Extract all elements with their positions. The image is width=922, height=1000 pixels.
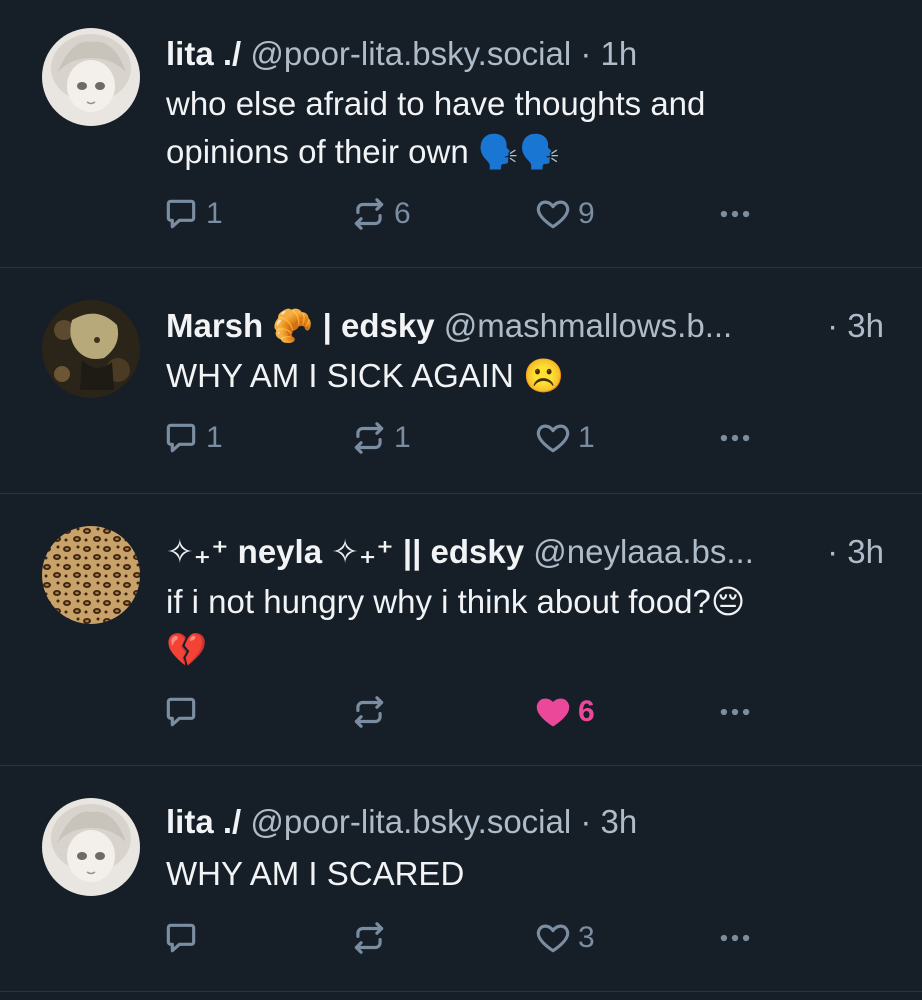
display-name[interactable]: Marsh 🥐 <box>166 307 313 344</box>
more-options-icon <box>720 934 750 942</box>
repost-button[interactable] <box>350 692 388 732</box>
avatar[interactable] <box>42 798 140 896</box>
display-name-suffix: || edsky <box>402 533 525 570</box>
avatar-image <box>42 300 140 398</box>
avatar-image <box>42 798 140 896</box>
display-name[interactable]: lita ./ <box>166 803 241 840</box>
post-time[interactable]: · 3h <box>580 803 637 840</box>
handle[interactable]: @mashmallows.b... <box>444 307 732 344</box>
heart-filled-icon <box>536 698 570 727</box>
reply-button[interactable] <box>162 692 200 732</box>
display-name[interactable]: lita ./ <box>166 35 241 72</box>
post[interactable]: lita ./ @poor-lita.bsky.social · 3h WHY … <box>0 766 922 992</box>
avatar-image <box>42 28 140 126</box>
heart-icon <box>536 200 570 229</box>
handle[interactable]: @neylaaa.bs... <box>533 533 754 570</box>
post[interactable]: ✧₊⁺ neyla ✧₊⁺ || edsky @neylaaa.bs... · … <box>0 494 922 766</box>
post-text-line: if i not hungry why i think about food?😔 <box>166 583 746 620</box>
like-button[interactable]: 1 <box>534 418 595 458</box>
like-button[interactable]: 3 <box>534 918 595 958</box>
post-actions: 1 1 1 <box>162 418 862 458</box>
more-options-button[interactable] <box>716 194 754 234</box>
repost-button[interactable]: 1 <box>350 418 411 458</box>
post-time[interactable]: · 3h <box>827 304 884 348</box>
reply-icon <box>166 199 196 229</box>
post-text-line: 💔 <box>166 631 208 668</box>
post-time[interactable]: · 1h <box>580 35 637 72</box>
reply-icon <box>166 923 196 953</box>
avatar[interactable] <box>42 526 140 624</box>
repost-button[interactable]: 6 <box>350 194 411 234</box>
post-text: who else afraid to have thoughts and opi… <box>166 80 862 176</box>
like-button[interactable]: 6 <box>534 692 595 732</box>
post[interactable]: Marsh 🥐 | edsky @mashmallows.b... · 3h W… <box>0 268 922 494</box>
repost-icon <box>354 922 384 954</box>
post-actions: 1 6 9 <box>162 194 862 234</box>
post[interactable]: lita ./ @poor-lita.bsky.social · 1h who … <box>0 0 922 268</box>
repost-icon <box>354 696 384 728</box>
like-button[interactable]: 9 <box>534 194 595 234</box>
repost-count: 6 <box>394 197 411 230</box>
display-name[interactable]: ✧₊⁺ neyla ✧₊⁺ <box>166 533 394 570</box>
repost-button[interactable] <box>350 918 388 958</box>
reply-button[interactable] <box>162 918 200 958</box>
more-options-icon <box>720 434 750 442</box>
avatar[interactable] <box>42 28 140 126</box>
avatar[interactable] <box>42 300 140 398</box>
reply-count: 1 <box>206 197 223 230</box>
reply-count: 1 <box>206 421 223 454</box>
post-text-line: WHY AM I SCARED <box>166 855 465 892</box>
display-name-suffix: | edsky <box>322 307 435 344</box>
more-options-button[interactable] <box>716 418 754 458</box>
reply-icon <box>166 697 196 727</box>
heart-icon <box>536 424 570 453</box>
post-text-line: who else afraid to have thoughts and <box>166 85 706 122</box>
reply-button[interactable]: 1 <box>162 194 223 234</box>
more-options-button[interactable] <box>716 692 754 732</box>
post-time[interactable]: · 3h <box>827 530 884 574</box>
post-actions: 3 <box>162 918 862 958</box>
repost-icon <box>354 422 384 454</box>
post-text: WHY AM I SCARED <box>166 850 862 898</box>
post-actions: 6 <box>162 692 862 732</box>
avatar-image <box>42 526 140 624</box>
repost-count: 1 <box>394 421 411 454</box>
post-feed: lita ./ @poor-lita.bsky.social · 1h who … <box>0 0 922 1000</box>
like-count: 6 <box>578 695 595 728</box>
like-count: 9 <box>578 197 595 230</box>
like-count: 3 <box>578 921 595 954</box>
reply-button[interactable]: 1 <box>162 418 223 458</box>
post-text: if i not hungry why i think about food?😔… <box>166 578 862 674</box>
more-options-icon <box>720 210 750 218</box>
handle[interactable]: @poor-lita.bsky.social <box>250 803 571 840</box>
handle[interactable]: @poor-lita.bsky.social <box>250 35 571 72</box>
post-text-line: WHY AM I SICK AGAIN ☹️ <box>166 357 565 394</box>
repost-icon <box>354 198 384 230</box>
post-text-line: opinions of their own 🗣️🗣️ <box>166 133 561 170</box>
more-options-button[interactable] <box>716 918 754 958</box>
more-options-icon <box>720 708 750 716</box>
reply-icon <box>166 423 196 453</box>
heart-icon <box>536 924 570 953</box>
post-text: WHY AM I SICK AGAIN ☹️ <box>166 352 862 400</box>
like-count: 1 <box>578 421 595 454</box>
